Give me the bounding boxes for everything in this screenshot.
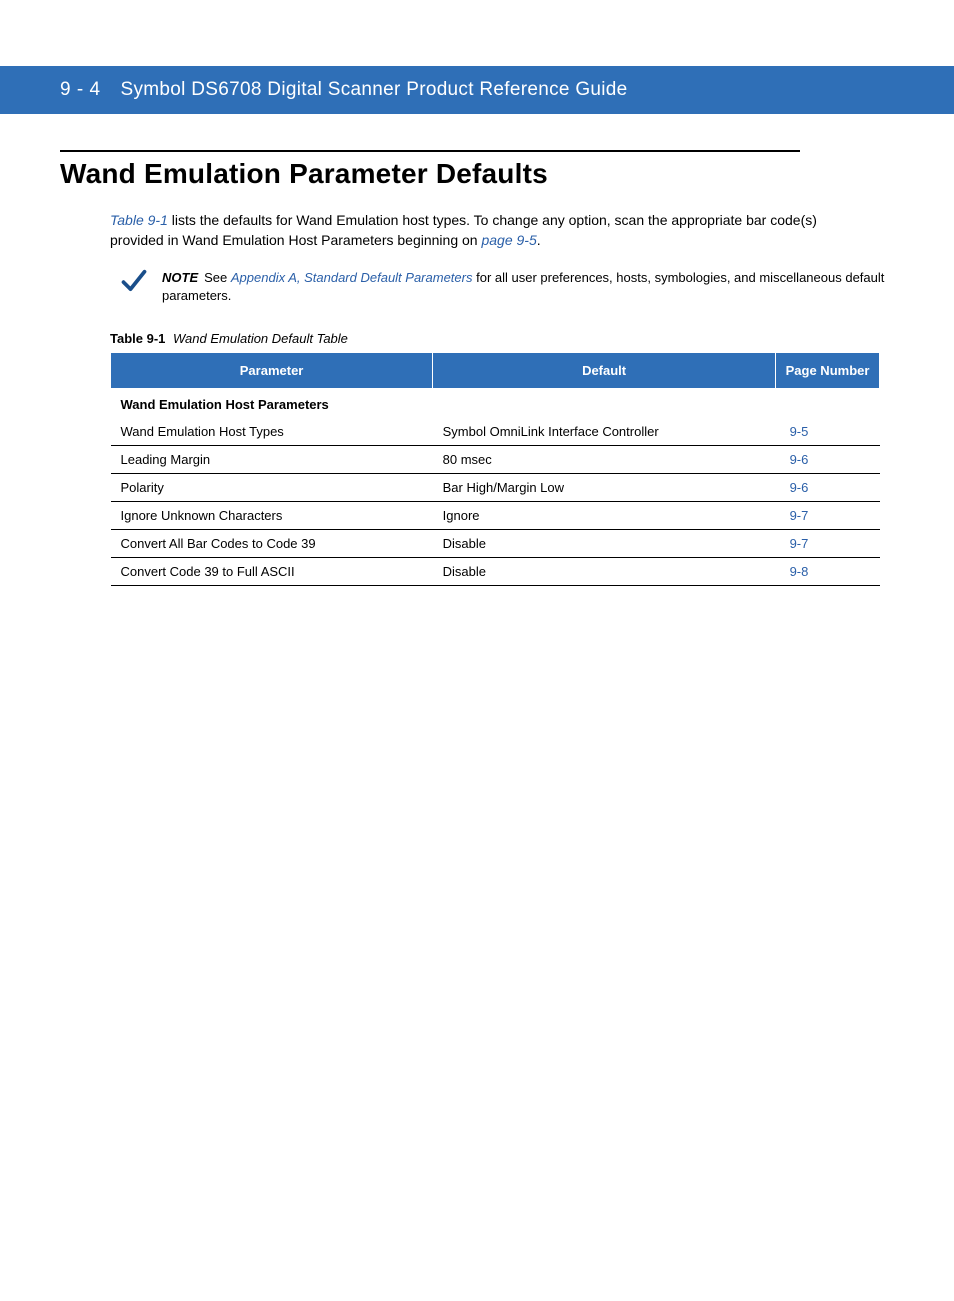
section-rule [60,150,800,152]
table-row: Ignore Unknown Characters Ignore 9-7 [111,501,880,529]
intro-body: lists the defaults for Wand Emulation ho… [110,212,817,248]
cell-page-link[interactable]: 9-6 [776,473,880,501]
cell-default: Ignore [433,501,776,529]
cell-page-link[interactable]: 9-6 [776,445,880,473]
checkmark-icon [120,267,148,295]
note-text: NOTE See Appendix A, Standard Default Par… [162,269,894,305]
cell-param: Ignore Unknown Characters [111,501,433,529]
cell-default: 80 msec [433,445,776,473]
intro-paragraph: Table 9-1 lists the defaults for Wand Em… [110,210,870,251]
note-xref[interactable]: Appendix A, Standard Default Parameters [231,270,473,285]
note-block: NOTE See Appendix A, Standard Default Par… [120,269,894,305]
table-row: Polarity Bar High/Margin Low 9-6 [111,473,880,501]
cell-param: Convert All Bar Codes to Code 39 [111,529,433,557]
col-default: Default [433,352,776,388]
cell-param: Wand Emulation Host Types [111,418,433,446]
cell-page-link[interactable]: 9-7 [776,529,880,557]
cell-page-link[interactable]: 9-8 [776,557,880,585]
intro-table-ref: Table 9-1 [110,212,168,228]
table-caption-text: Wand Emulation Default Table [173,331,348,346]
table-row: Wand Emulation Host Types Symbol OmniLin… [111,418,880,446]
col-page: Page Number [776,352,880,388]
table-section-label: Wand Emulation Host Parameters [111,388,880,418]
cell-default: Bar High/Margin Low [433,473,776,501]
table-row: Leading Margin 80 msec 9-6 [111,445,880,473]
cell-default: Disable [433,557,776,585]
note-prefix: See [204,270,231,285]
table-row: Convert Code 39 to Full ASCII Disable 9-… [111,557,880,585]
section-heading: Wand Emulation Parameter Defaults [60,158,894,190]
intro-suffix: . [537,232,541,248]
intro-page-xref[interactable]: page 9-5 [481,232,536,248]
doc-title: Symbol DS6708 Digital Scanner Product Re… [121,79,628,101]
note-label: NOTE [162,270,198,285]
table-caption-label: Table 9-1 [110,331,165,346]
page-header: 9 - 4 Symbol DS6708 Digital Scanner Prod… [0,66,954,114]
col-parameter: Parameter [111,352,433,388]
table-caption: Table 9-1 Wand Emulation Default Table [110,331,894,346]
cell-param: Polarity [111,473,433,501]
cell-param: Convert Code 39 to Full ASCII [111,557,433,585]
page-number: 9 - 4 [60,79,101,101]
cell-page-link[interactable]: 9-5 [776,418,880,446]
cell-param: Leading Margin [111,445,433,473]
table-section-row: Wand Emulation Host Parameters [111,388,880,418]
cell-page-link[interactable]: 9-7 [776,501,880,529]
cell-default: Disable [433,529,776,557]
page-content: Wand Emulation Parameter Defaults Table … [0,114,954,586]
defaults-table: Parameter Default Page Number Wand Emula… [110,352,880,586]
table-header-row: Parameter Default Page Number [111,352,880,388]
cell-default: Symbol OmniLink Interface Controller [433,418,776,446]
table-row: Convert All Bar Codes to Code 39 Disable… [111,529,880,557]
